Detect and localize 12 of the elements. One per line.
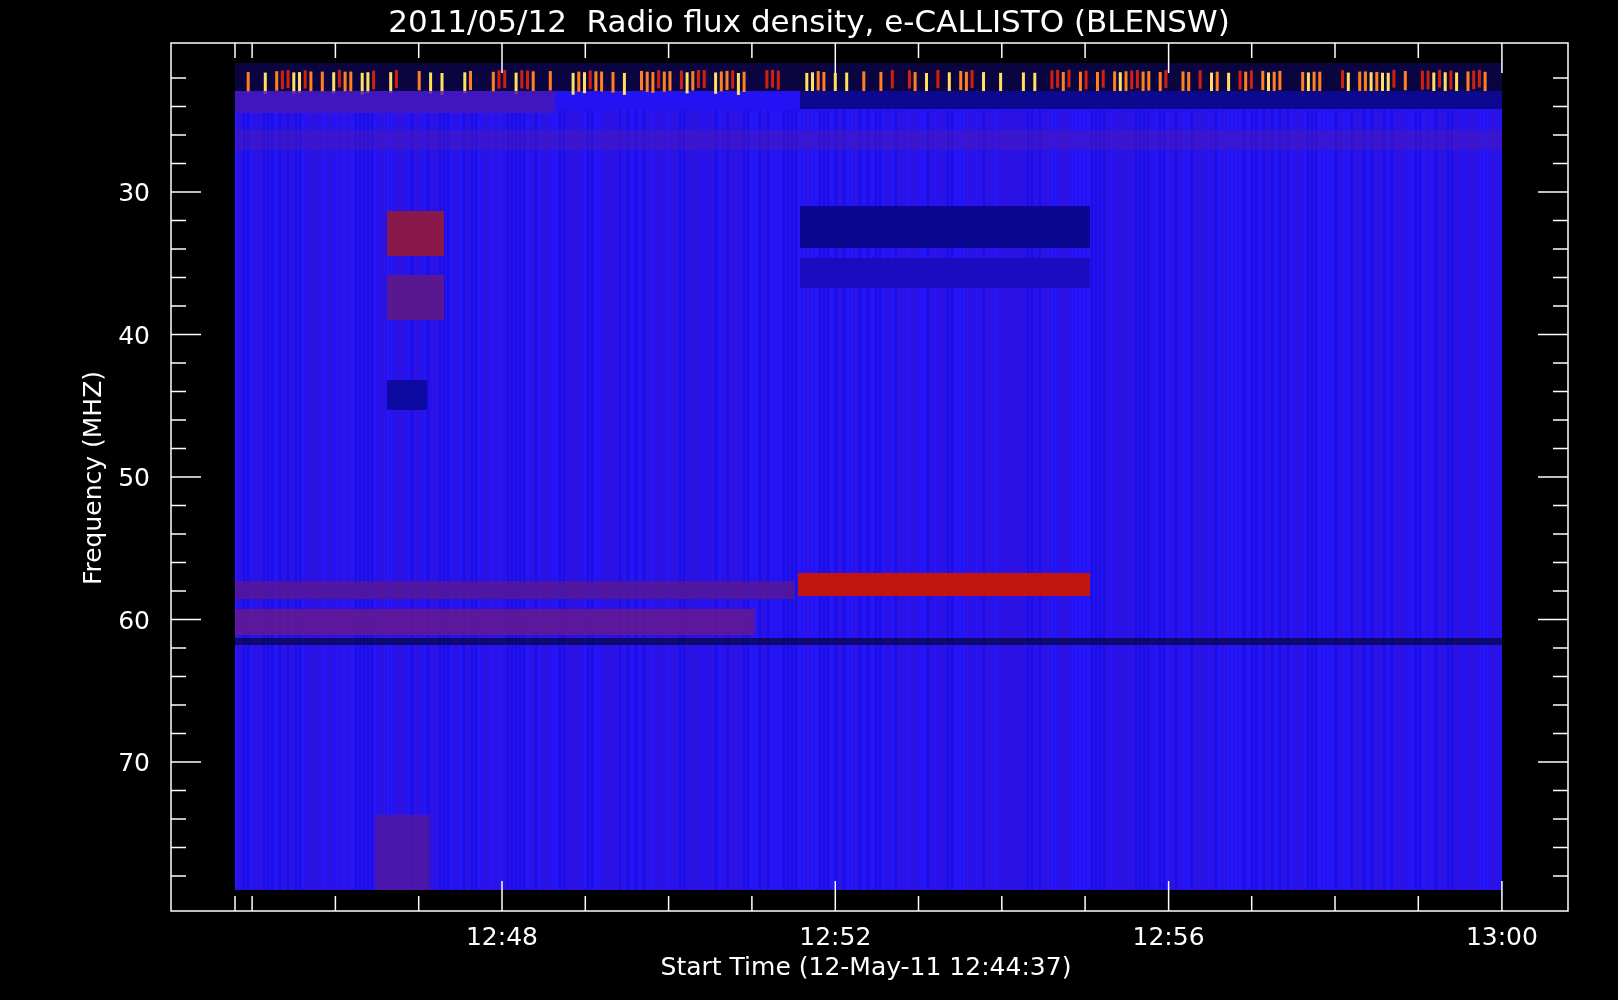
tick-label: 50 (118, 463, 150, 492)
tick-label: 60 (118, 605, 150, 635)
tick-label: 13:00 (1465, 922, 1538, 951)
tick-label: 12:56 (1132, 922, 1205, 951)
tick-label: 70 (118, 748, 150, 777)
tick-label: 40 (118, 320, 150, 350)
axis-title: Start Time (12-May-11 12:44:37) (660, 952, 1072, 981)
chart-title: 2011/05/12 Radio flux density, e-CALLISTO (BLENSW) (388, 3, 1230, 39)
tick-label: 12:52 (799, 922, 872, 951)
axis-title: Frequency (MHZ) (78, 370, 107, 586)
tick-label: 30 (118, 178, 150, 207)
tick-label: 12:48 (466, 922, 538, 951)
